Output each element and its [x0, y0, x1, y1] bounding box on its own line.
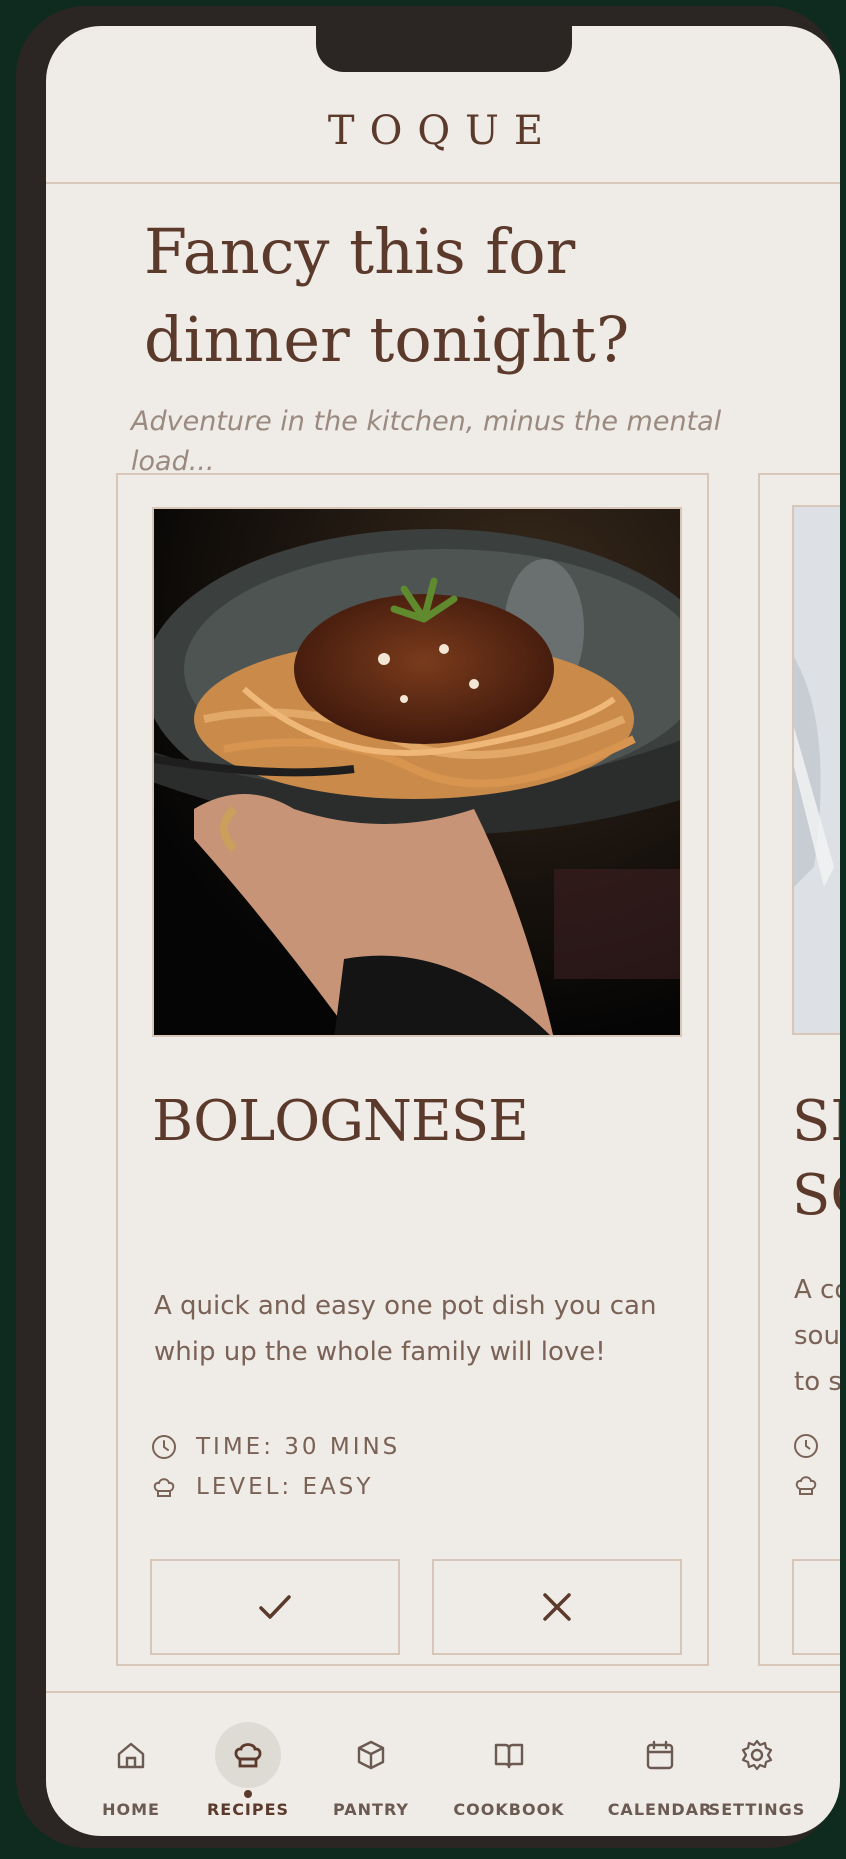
active-indicator: [244, 1790, 252, 1798]
nav-label-pantry: PANTRY: [333, 1800, 409, 1819]
nav-divider: [46, 1691, 840, 1693]
calendar-icon: [646, 1740, 674, 1770]
box-icon: [357, 1740, 385, 1770]
phone-frame: TOQUE Fancy this for dinner tonight? Adv…: [16, 6, 840, 1848]
home-icon: [117, 1742, 145, 1769]
bolognese-image: [154, 509, 680, 1035]
book-icon: [494, 1743, 524, 1769]
app-screen: TOQUE Fancy this for dinner tonight? Adv…: [46, 26, 840, 1836]
next-accept-button[interactable]: [792, 1559, 840, 1655]
recipe-time: TIME: 30 MINS: [150, 1429, 400, 1465]
recipe-time-label: TIME: 30 MINS: [196, 1434, 401, 1460]
next-recipe-title: SE SQ: [792, 1089, 840, 1228]
header-divider: [46, 182, 840, 184]
nav-label-settings: SETTINGS: [708, 1800, 806, 1819]
next-recipe-description: A co sou to s: [794, 1275, 840, 1397]
recipe-description: A quick and easy one pot dish you can wh…: [154, 1291, 657, 1367]
page-title: Fancy this for dinner tonight?: [144, 215, 630, 376]
recipe-level: LEVEL: EASY: [150, 1469, 373, 1505]
close-icon: [543, 1593, 571, 1621]
accept-recipe-button[interactable]: [150, 1559, 400, 1655]
nav-label-cookbook: COOKBOOK: [453, 1800, 565, 1819]
bottom-nav: HOME RECIPES PANTRY COOKBOOK CALENDAR SE…: [46, 1694, 840, 1836]
chef-hat-icon: [153, 1478, 175, 1497]
recipe-photo: [152, 507, 682, 1037]
app-brand: TOQUE: [327, 108, 559, 154]
gear-icon: [741, 1739, 773, 1771]
recipe-photo-next: [792, 505, 840, 1035]
check-icon: [259, 1595, 291, 1619]
reject-recipe-button[interactable]: [432, 1559, 682, 1655]
clock-icon: [794, 1434, 818, 1458]
chef-hat-icon: [234, 1743, 262, 1768]
nav-label-recipes: RECIPES: [206, 1800, 290, 1819]
recipe-card-next[interactable]: SE SQ A co sou to s: [758, 473, 840, 1666]
page-subtitle: Adventure in the kitchen, minus the ment…: [131, 406, 722, 477]
recipe-card[interactable]: BOLOGNESE A quick and easy one pot dish …: [116, 473, 709, 1666]
recipe-title: BOLOGNESE: [152, 1089, 529, 1154]
next-recipe-image: [794, 507, 840, 1033]
device-notch: [316, 26, 572, 72]
clock-icon: [152, 1435, 176, 1459]
chef-hat-icon: [795, 1476, 817, 1495]
recipe-level-label: LEVEL: EASY: [196, 1474, 374, 1500]
